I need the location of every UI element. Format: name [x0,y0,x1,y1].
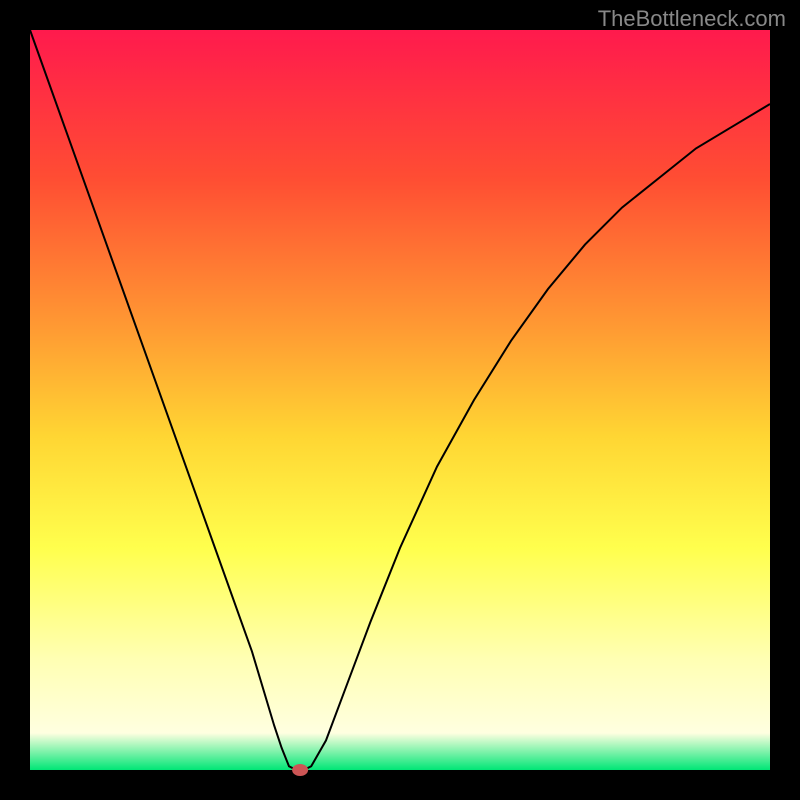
plot-background [30,30,770,770]
minimum-marker [292,764,308,776]
watermark-text: TheBottleneck.com [598,6,786,32]
chart-svg [0,0,800,800]
chart-container [0,0,800,800]
